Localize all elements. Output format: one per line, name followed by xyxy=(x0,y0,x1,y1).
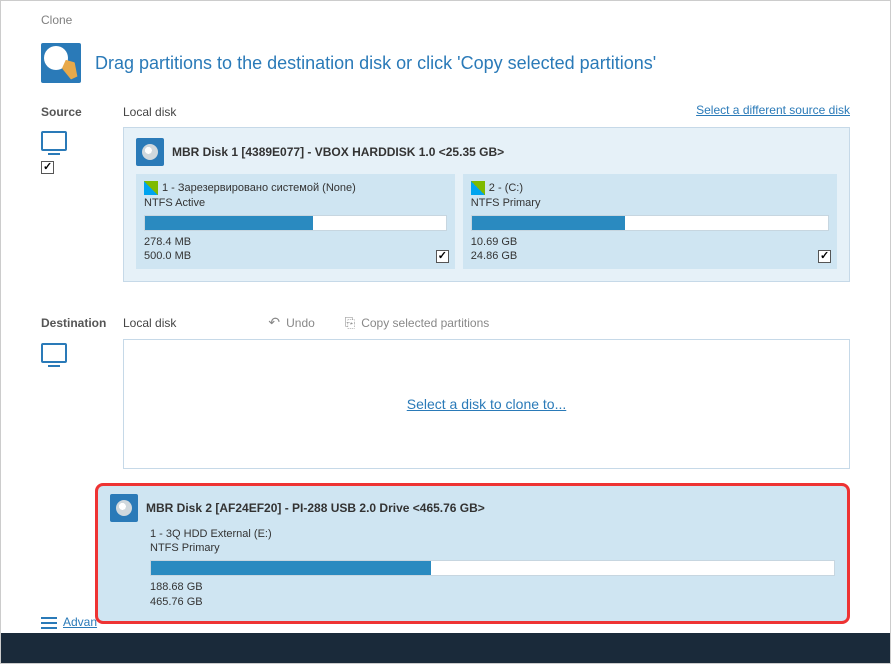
page-header: Drag partitions to the destination disk … xyxy=(1,33,890,99)
source-disk-checkbox[interactable] xyxy=(41,161,54,174)
partition-usage-bar xyxy=(144,215,447,231)
source-label: Source xyxy=(41,103,111,119)
copy-icon xyxy=(345,315,355,331)
partition-used: 278.4 MB xyxy=(144,235,447,249)
undo-icon xyxy=(268,314,280,331)
destination-drop-panel[interactable]: Select a disk to clone to... xyxy=(123,339,850,469)
partition-usage-bar xyxy=(150,560,835,576)
partition-used: 10.69 GB xyxy=(471,235,829,249)
clone-app-icon xyxy=(41,43,81,83)
windows-icon xyxy=(144,181,158,195)
window-title: Clone xyxy=(1,1,890,33)
source-header-row: Source Local disk Select a different sou… xyxy=(1,99,890,123)
disk-icon xyxy=(136,138,164,166)
undo-label: Undo xyxy=(286,316,315,330)
computer-icon xyxy=(41,343,67,363)
disk-icon xyxy=(110,494,138,522)
partition-label: 1 - Зарезервировано системой (None) xyxy=(162,182,356,194)
partition-total: 500.0 MB xyxy=(144,249,447,263)
source-disk-title: MBR Disk 1 [4389E077] - VBOX HARDDISK 1.… xyxy=(172,145,504,159)
destination-label: Destination xyxy=(41,314,111,330)
windows-icon xyxy=(471,181,485,195)
partition-total: 24.86 GB xyxy=(471,249,829,263)
destination-location: Local disk xyxy=(123,314,176,330)
copy-label: Copy selected partitions xyxy=(361,316,489,330)
header-instruction: Drag partitions to the destination disk … xyxy=(95,53,656,74)
source-partition-2[interactable]: 2 - (C:) NTFS Primary 10.69 GB24.86 GB xyxy=(463,174,837,269)
destination-computer-icon-wrap xyxy=(41,339,111,367)
destination-header-row: Destination Local disk Undo Copy selecte… xyxy=(1,310,890,335)
sliders-icon xyxy=(41,615,57,629)
partition-used: 188.68 GB xyxy=(150,580,835,594)
partition-fs: NTFS Primary xyxy=(471,197,829,209)
partition-checkbox[interactable] xyxy=(818,250,831,263)
selected-disk-partition: 1 - 3Q HDD External (E:) NTFS Primary 18… xyxy=(110,528,835,609)
partition-fs: NTFS Active xyxy=(144,197,447,209)
selected-disk-title: MBR Disk 2 [AF24EF20] - PI-288 USB 2.0 D… xyxy=(146,501,485,515)
computer-icon xyxy=(41,131,67,151)
selected-destination-disk[interactable]: MBR Disk 2 [AF24EF20] - PI-288 USB 2.0 D… xyxy=(95,483,850,624)
partition-label: 1 - 3Q HDD External (E:) xyxy=(150,528,835,540)
select-different-source-link[interactable]: Select a different source disk xyxy=(696,103,850,117)
select-destination-link[interactable]: Select a disk to clone to... xyxy=(407,396,567,412)
source-location: Local disk xyxy=(123,103,176,119)
source-disk-row: MBR Disk 1 [4389E077] - VBOX HARDDISK 1.… xyxy=(1,123,890,286)
copy-partitions-button[interactable]: Copy selected partitions xyxy=(345,315,489,331)
partition-fs: NTFS Primary xyxy=(150,542,835,554)
source-disk-panel: MBR Disk 1 [4389E077] - VBOX HARDDISK 1.… xyxy=(123,127,850,282)
partition-label: 2 - (C:) xyxy=(489,182,523,194)
destination-panel-row: Select a disk to clone to... xyxy=(1,335,890,473)
partition-total: 465.76 GB xyxy=(150,595,835,609)
partition-checkbox[interactable] xyxy=(436,250,449,263)
advanced-options[interactable]: Advan xyxy=(41,615,97,629)
bottom-bar xyxy=(1,633,890,663)
undo-button[interactable]: Undo xyxy=(268,314,314,331)
source-computer-icon-wrap xyxy=(41,127,111,177)
advanced-link[interactable]: Advan xyxy=(63,615,97,629)
partition-usage-bar xyxy=(471,215,829,231)
source-partition-1[interactable]: 1 - Зарезервировано системой (None) NTFS … xyxy=(136,174,455,269)
